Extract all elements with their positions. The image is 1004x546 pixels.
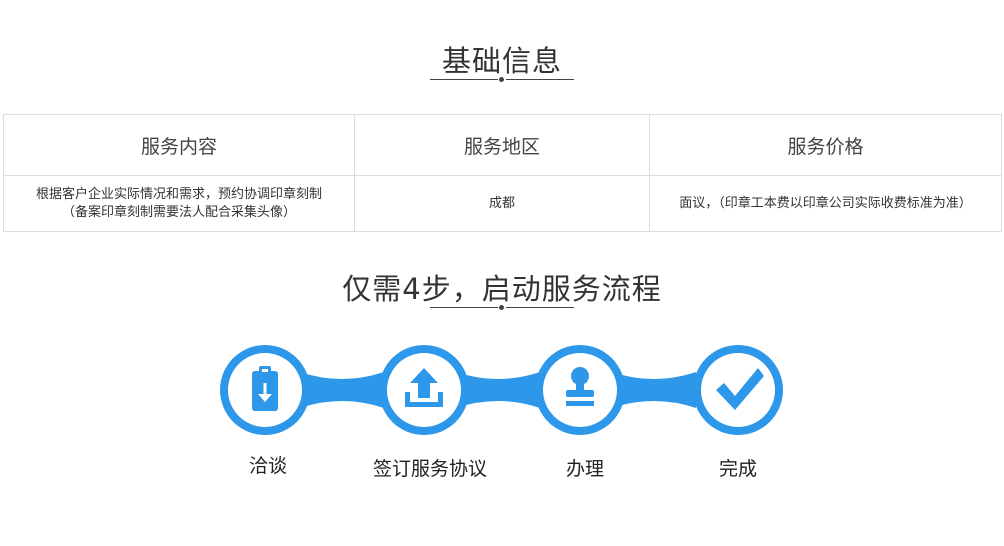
step-2-badge: [379, 345, 469, 435]
step-3-badge: [535, 345, 625, 435]
step-1-badge: [220, 345, 310, 435]
flow-connectors: [300, 372, 696, 408]
step-4-badge: [693, 345, 783, 435]
clipboard-download-icon: [252, 366, 278, 411]
step-label-4: 完成: [718, 458, 757, 480]
